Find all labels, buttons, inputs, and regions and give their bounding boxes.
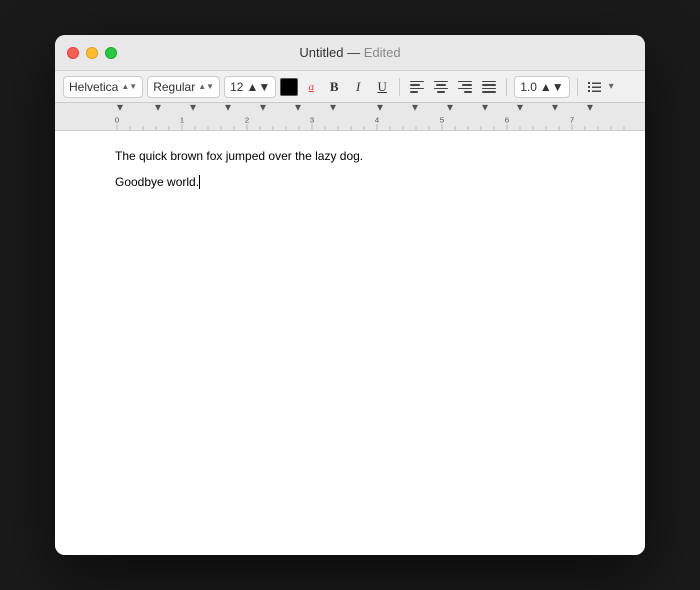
svg-text:4: 4	[375, 115, 380, 124]
document-line-2: Goodbye world.	[115, 173, 585, 191]
align-left-icon	[410, 81, 424, 93]
highlight-label: a	[308, 81, 314, 93]
toolbar-separator-2	[506, 78, 507, 96]
line-spacing-label: 1.0	[520, 80, 537, 94]
edited-label: Edited	[364, 45, 401, 60]
ruler: 0 1 2 3 4 5 6 7	[55, 103, 645, 131]
align-left-button[interactable]	[407, 77, 427, 97]
highlight-button[interactable]: a	[302, 78, 320, 96]
window-title: Untitled — Edited	[299, 45, 400, 60]
svg-text:2: 2	[245, 115, 249, 124]
align-center-icon	[434, 81, 448, 93]
svg-text:1: 1	[180, 115, 184, 124]
font-size-chevron-icon: ▲▼	[246, 80, 270, 94]
traffic-lights	[67, 47, 117, 59]
title-text: Untitled	[299, 45, 343, 60]
font-size-selector[interactable]: 12 ▲▼	[224, 76, 276, 98]
font-style-chevron-icon: ▲▼	[198, 82, 214, 91]
italic-label: I	[356, 79, 360, 95]
ruler-svg: 0 1 2 3 4 5 6 7	[55, 103, 645, 130]
bold-button[interactable]: B	[324, 77, 344, 97]
text-cursor	[199, 175, 200, 189]
close-button[interactable]	[67, 47, 79, 59]
bold-label: B	[330, 79, 339, 95]
list-icon	[587, 79, 603, 95]
svg-text:3: 3	[310, 115, 315, 124]
title-bar: Untitled — Edited	[55, 35, 645, 71]
font-style-label: Regular	[153, 80, 195, 94]
minimize-button[interactable]	[86, 47, 98, 59]
underline-label: U	[378, 79, 387, 95]
align-right-icon	[458, 81, 472, 93]
align-justify-button[interactable]	[479, 77, 499, 97]
font-family-label: Helvetica	[69, 80, 118, 94]
app-window: Untitled — Edited Helvetica ▲▼ Regular ▲…	[55, 35, 645, 555]
document-line-1: The quick brown fox jumped over the lazy…	[115, 147, 585, 165]
align-center-button[interactable]	[431, 77, 451, 97]
maximize-button[interactable]	[105, 47, 117, 59]
toolbar-separator-3	[577, 78, 578, 96]
toolbar-separator-1	[399, 78, 400, 96]
align-justify-icon	[482, 81, 496, 93]
text-color-swatch[interactable]	[280, 78, 298, 96]
document-area[interactable]: The quick brown fox jumped over the lazy…	[55, 131, 645, 555]
line-1-text: The quick brown fox jumped over the lazy…	[115, 149, 363, 163]
svg-text:0: 0	[115, 115, 120, 124]
line-2-text: Goodbye world.	[115, 175, 199, 189]
toolbar: Helvetica ▲▼ Regular ▲▼ 12 ▲▼ a B I U	[55, 71, 645, 103]
font-size-label: 12	[230, 80, 243, 94]
svg-text:6: 6	[505, 115, 510, 124]
underline-button[interactable]: U	[372, 77, 392, 97]
line-spacing-chevron-icon: ▲▼	[540, 80, 564, 94]
align-right-button[interactable]	[455, 77, 475, 97]
font-family-chevron-icon: ▲▼	[121, 82, 137, 91]
list-chevron-icon: ▾	[609, 81, 614, 92]
title-separator: —	[347, 45, 364, 60]
svg-text:7: 7	[570, 115, 574, 124]
svg-text:5: 5	[440, 115, 445, 124]
font-style-selector[interactable]: Regular ▲▼	[147, 76, 220, 98]
list-button[interactable]	[585, 77, 605, 97]
italic-button[interactable]: I	[348, 77, 368, 97]
line-spacing-selector[interactable]: 1.0 ▲▼	[514, 76, 569, 98]
font-family-selector[interactable]: Helvetica ▲▼	[63, 76, 143, 98]
